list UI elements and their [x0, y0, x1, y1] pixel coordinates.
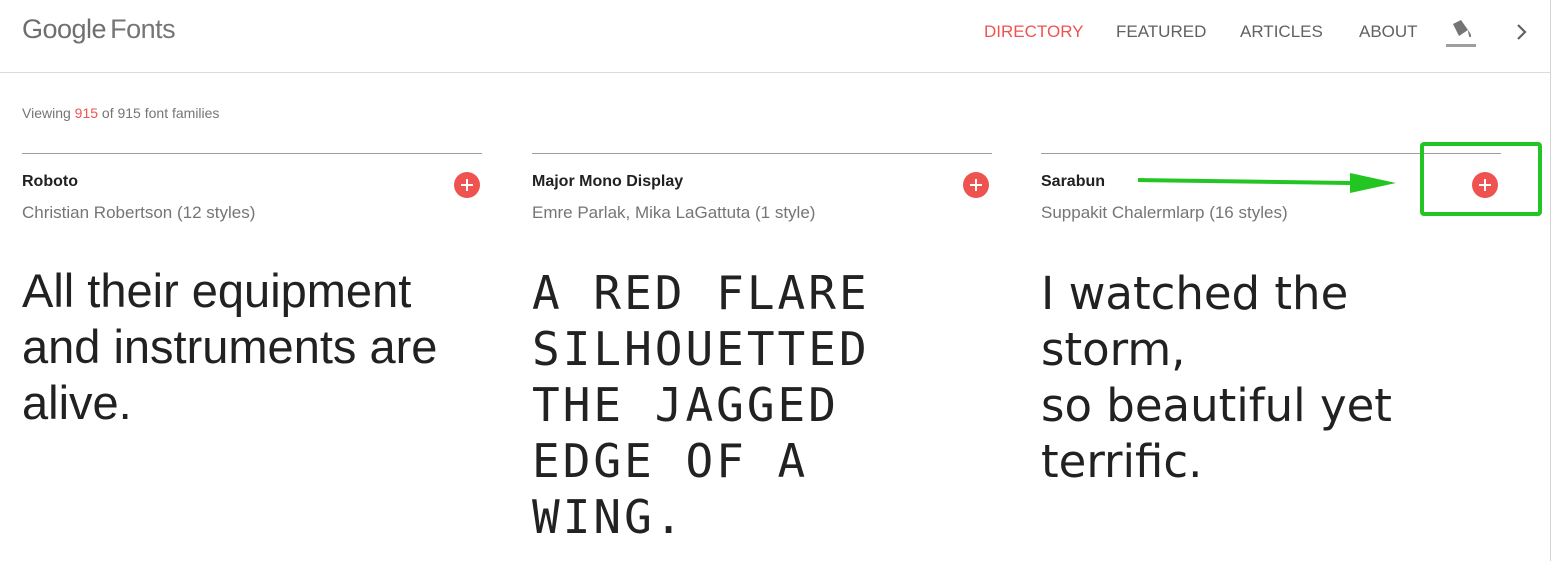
font-family-name: Sarabun: [1041, 173, 1106, 190]
annotation-highlight-box: [1420, 142, 1542, 216]
results-shown: 915: [74, 105, 99, 121]
font-sample-text: A RED FLARE SILHOUETTED THE JAGGED EDGE …: [532, 266, 870, 544]
font-designer: Suppakit Chalermlarp (16 styles): [1041, 203, 1288, 222]
font-family-name: Major Mono Display: [532, 173, 684, 190]
google-fonts-page: Google Fonts DIRECTORY FEATURED ARTICLES …: [0, 0, 1553, 561]
results-count: Viewing 915 of 915 font families: [22, 105, 219, 121]
logo-brand: Google: [22, 14, 107, 44]
font-designer: Christian Robertson (12 styles): [22, 203, 256, 222]
annotation-arrow-icon: [1138, 173, 1396, 193]
chevron-right-icon[interactable]: [1510, 20, 1534, 44]
top-app-bar: Google Fonts DIRECTORY FEATURED ARTICLES …: [0, 0, 1550, 73]
font-family-name: Roboto: [22, 173, 78, 190]
font-designer: Emre Parlak, Mika LaGattuta (1 style): [532, 203, 816, 222]
card-divider: [532, 153, 992, 154]
results-suffix: of 915 font families: [101, 105, 220, 121]
font-sample-text: All their equipment and instruments are …: [22, 264, 438, 429]
font-card-roboto[interactable]: Roboto Christian Robertson (12 styles) A…: [22, 153, 482, 561]
paint-bucket-icon[interactable]: [1446, 18, 1476, 48]
nav-about[interactable]: ABOUT: [1359, 22, 1418, 42]
window-edge: [1550, 0, 1551, 561]
logo-product: Fonts: [110, 14, 176, 44]
add-font-button[interactable]: [454, 172, 480, 198]
google-fonts-logo[interactable]: Google Fonts: [22, 14, 176, 45]
add-font-button[interactable]: [963, 172, 989, 198]
results-prefix: Viewing: [22, 105, 71, 121]
card-divider: [22, 153, 482, 154]
nav-featured[interactable]: FEATURED: [1116, 22, 1206, 42]
font-sample-text: I watched the storm, so beautiful yet te…: [1041, 267, 1392, 488]
font-card-major-mono-display[interactable]: Major Mono Display Emre Parlak, Mika LaG…: [532, 153, 992, 561]
plus-icon-stroke: [466, 179, 468, 191]
nav-directory[interactable]: DIRECTORY: [984, 22, 1084, 42]
plus-icon-stroke: [975, 179, 977, 191]
nav-articles[interactable]: ARTICLES: [1240, 22, 1323, 42]
